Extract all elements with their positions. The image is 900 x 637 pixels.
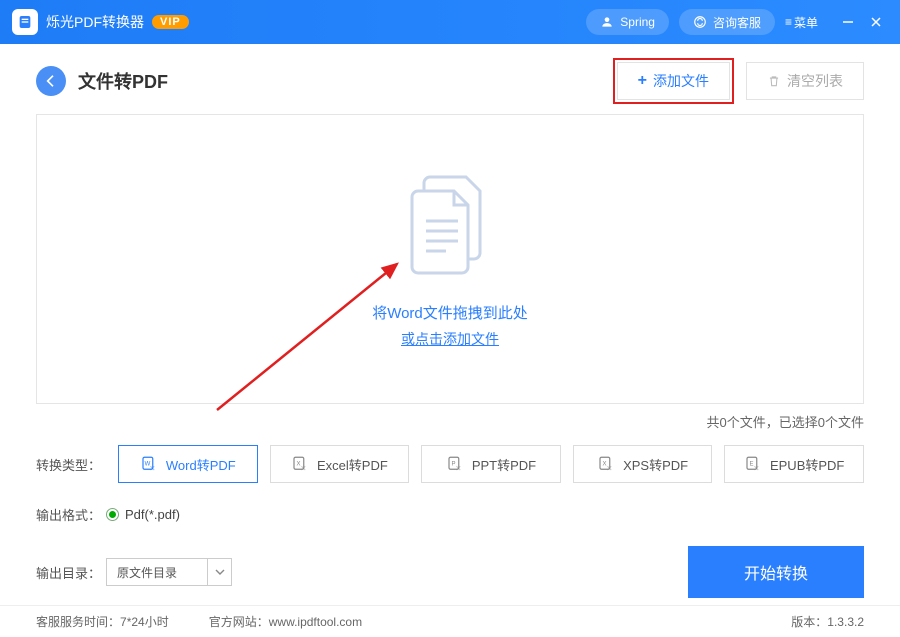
version-info: 版本：1.3.3.2 bbox=[791, 613, 864, 630]
filetype-icon: E bbox=[744, 455, 762, 473]
menu-button[interactable]: ≡ 菜单 bbox=[785, 14, 818, 31]
vip-badge: VIP bbox=[152, 15, 189, 29]
dropzone[interactable]: 将Word文件拖拽到此处 或点击添加文件 bbox=[36, 114, 864, 404]
type-tab-4[interactable]: E EPUB转PDF bbox=[724, 445, 864, 483]
output-format-row: 输出格式： Pdf(*.pdf) bbox=[0, 483, 900, 524]
svg-text:E: E bbox=[749, 462, 753, 468]
page-title: 文件转PDF bbox=[78, 68, 168, 94]
type-tab-0[interactable]: W Word转PDF bbox=[118, 445, 258, 483]
footer: 客服服务时间：7*24小时 官方网站：www.ipdftool.com 版本：1… bbox=[0, 605, 900, 637]
type-tab-label: PPT转PDF bbox=[472, 455, 536, 474]
output-dir-row: 输出目录： 原文件目录 开始转换 bbox=[0, 524, 900, 598]
app-title: 烁光PDF转换器 bbox=[46, 12, 144, 32]
output-dir-select[interactable]: 原文件目录 bbox=[106, 558, 232, 586]
filetype-icon: W bbox=[140, 455, 158, 473]
start-convert-button[interactable]: 开始转换 bbox=[688, 546, 864, 598]
titlebar: 烁光PDF转换器 VIP Spring 咨询客服 ≡ 菜单 bbox=[0, 0, 900, 44]
type-tab-3[interactable]: X XPS转PDF bbox=[573, 445, 713, 483]
type-tab-2[interactable]: P PPT转PDF bbox=[421, 445, 561, 483]
annotation-arrow bbox=[207, 250, 427, 420]
type-tab-1[interactable]: X Excel转PDF bbox=[270, 445, 410, 483]
format-option: Pdf(*.pdf) bbox=[125, 507, 180, 522]
chevron-down-icon bbox=[207, 559, 231, 585]
app-logo-icon bbox=[12, 9, 38, 35]
type-tab-label: EPUB转PDF bbox=[770, 455, 844, 474]
user-pill[interactable]: Spring bbox=[586, 9, 669, 35]
type-tab-label: Excel转PDF bbox=[317, 455, 388, 474]
file-count-status: 共0个文件，已选择0个文件 bbox=[0, 404, 900, 431]
dropzone-text2[interactable]: 或点击添加文件 bbox=[401, 329, 499, 349]
official-site: 官方网站：www.ipdftool.com bbox=[209, 613, 362, 630]
filetype-icon: X bbox=[291, 455, 309, 473]
output-format-label: 输出格式： bbox=[36, 505, 106, 524]
svg-text:W: W bbox=[145, 462, 151, 468]
format-radio[interactable] bbox=[106, 508, 119, 521]
page-header: 文件转PDF + 添加文件 清空列表 bbox=[0, 44, 900, 114]
svg-text:X: X bbox=[603, 462, 607, 468]
svg-text:P: P bbox=[451, 462, 455, 468]
dropzone-text1: 将Word文件拖拽到此处 bbox=[372, 302, 528, 323]
convert-type-row: 转换类型： W Word转PDF X Excel转PDF P PPT转PDF X XPS转PD… bbox=[0, 431, 900, 483]
type-tab-label: Word转PDF bbox=[166, 455, 236, 474]
user-name: Spring bbox=[620, 15, 655, 29]
add-file-button[interactable]: + 添加文件 bbox=[617, 62, 730, 100]
support-label: 咨询客服 bbox=[713, 14, 761, 31]
back-button[interactable] bbox=[36, 66, 66, 96]
site-link[interactable]: www.ipdftool.com bbox=[269, 615, 362, 629]
document-icon bbox=[400, 169, 500, 284]
support-pill[interactable]: 咨询客服 bbox=[679, 9, 775, 35]
menu-label: 菜单 bbox=[794, 14, 818, 31]
service-hours: 客服服务时间：7*24小时 bbox=[36, 613, 169, 630]
clear-label: 清空列表 bbox=[787, 71, 843, 91]
minimize-button[interactable] bbox=[836, 10, 860, 34]
add-file-label: 添加文件 bbox=[653, 71, 709, 91]
filetype-icon: P bbox=[446, 455, 464, 473]
close-button[interactable] bbox=[864, 10, 888, 34]
output-dir-label: 输出目录： bbox=[36, 563, 106, 582]
plus-icon: + bbox=[638, 72, 647, 90]
output-dir-value: 原文件目录 bbox=[107, 564, 207, 581]
add-file-wrap: + 添加文件 bbox=[617, 62, 730, 100]
filetype-icon: X bbox=[597, 455, 615, 473]
svg-text:X: X bbox=[296, 462, 300, 468]
convert-type-label: 转换类型： bbox=[36, 455, 106, 474]
type-tab-label: XPS转PDF bbox=[623, 455, 688, 474]
clear-list-button[interactable]: 清空列表 bbox=[746, 62, 864, 100]
